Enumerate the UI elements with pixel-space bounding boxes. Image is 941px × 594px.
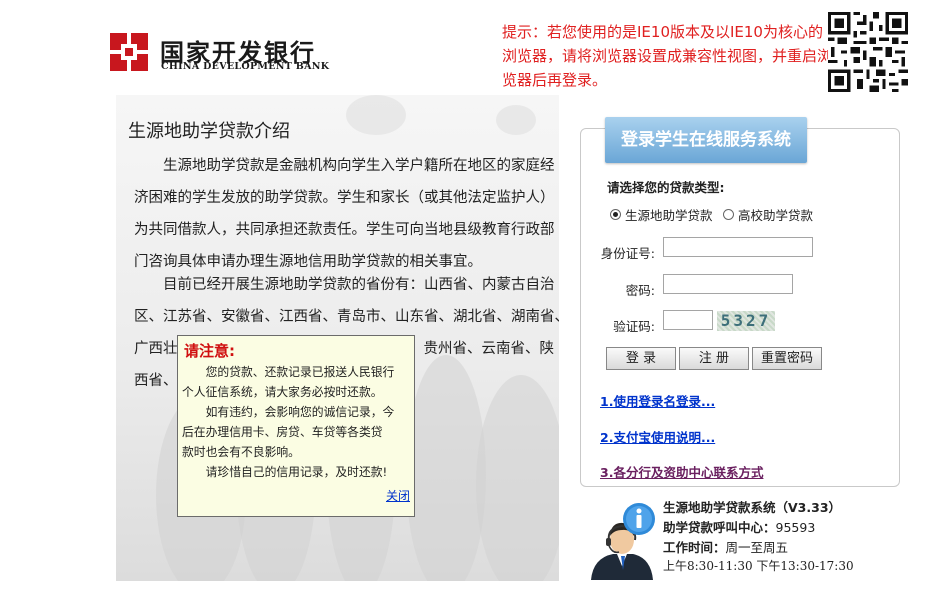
loan-type-option-label: 生源地助学贷款	[625, 208, 713, 223]
intro-line: 为共同借款人，共同承担还款责任。学生可向当地县级教育行政部	[134, 222, 555, 238]
popup-close-link[interactable]: 关闭	[386, 487, 410, 504]
system-name: 生源地助学贷款系统（V3.33）	[663, 500, 842, 515]
working-times: 上午8:30-11:30 下午13:30-17:30	[663, 559, 854, 573]
popup-line: 请珍惜自己的信用记录，及时还款!	[182, 465, 388, 479]
customer-service-icon	[591, 503, 655, 580]
popup-line: 后在办理信用卡、房贷、车贷等各类贷	[182, 425, 383, 439]
intro-title: 生源地助学贷款介绍	[128, 121, 290, 142]
working-hours-label: 工作时间：	[663, 540, 726, 555]
intro-line-head: 广西壮	[134, 341, 178, 357]
qr-code-icon	[828, 12, 908, 92]
login-panel: 登录学生在线服务系统 请选择您的贷款类型: 生源地助学贷款 高校助学贷款 身份证…	[580, 117, 900, 487]
working-hours: 工作时间：周一至周五	[663, 537, 788, 556]
loan-type-option-label: 高校助学贷款	[738, 208, 814, 223]
intro-paragraph-1: 生源地助学贷款是金融机构向学生入学户籍所在地区的家庭经 济困难的学生发放的助学贷…	[134, 150, 555, 278]
password-input[interactable]	[663, 274, 793, 294]
radio-selected-icon[interactable]	[610, 209, 621, 220]
intro-line: 目前已经开展生源地助学贷款的省份有：山西省、内蒙古自治	[134, 277, 555, 293]
intro-line: 济困难的学生发放的助学贷款。学生和家长（或其他法定监护人）	[134, 190, 555, 206]
loan-type-label: 请选择您的贷款类型:	[607, 180, 725, 195]
login-by-username-link[interactable]: 1.使用登录名登录...	[600, 391, 715, 410]
captcha-label: 验证码:	[613, 319, 655, 334]
popup-line: 如有违约，会影响您的诚信记录，今	[182, 405, 395, 419]
popup-line: 您的贷款、还款记录已报送人民银行	[182, 365, 395, 379]
captcha-image[interactable]: 5327	[717, 311, 775, 331]
popup-body: 您的贷款、还款记录已报送人民银行 个人征信系统，请大家务必按时还款。 如有违约，…	[182, 362, 412, 482]
popup-line: 个人征信系统，请大家务必按时还款。	[182, 385, 383, 399]
id-number-input[interactable]	[663, 237, 813, 257]
branch-contacts-link[interactable]: 3.各分行及资助中心联系方式	[600, 462, 763, 481]
intro-line: 区、江苏省、安徽省、江西省、青岛市、山东省、湖北省、湖南省、	[134, 309, 559, 325]
intro-line: 生源地助学贷款是金融机构向学生入学户籍所在地区的家庭经	[134, 158, 555, 174]
loan-type-option-shengyuandi[interactable]: 生源地助学贷款	[610, 205, 713, 224]
popup-title: 请注意:	[184, 342, 235, 360]
radio-unselected-icon[interactable]	[723, 209, 734, 220]
ie10-notice: 提示：若您使用的是IE10版本及以IE10为核心的浏览器，请将浏览器设置成兼容性…	[502, 23, 833, 89]
id-number-label: 身份证号:	[600, 246, 655, 261]
brand-name-en: CHINA DEVELOPMENT BANK	[161, 61, 330, 72]
password-label: 密码:	[625, 283, 655, 298]
hotline-label: 助学贷款呼叫中心：	[663, 520, 776, 535]
loan-type-option-gaoxiao[interactable]: 高校助学贷款	[723, 205, 813, 224]
cdb-logo: 国家开发银行 CHINA DEVELOPMENT BANK	[110, 33, 329, 75]
hotline: 助学贷款呼叫中心：95593	[663, 517, 815, 536]
intro-line-tail: 贵州省、云南省、陕	[423, 341, 555, 357]
working-days: 周一至周五	[725, 540, 789, 555]
captcha-input[interactable]	[663, 310, 713, 330]
credit-notice-popup: 请注意: 您的贷款、还款记录已报送人民银行 个人征信系统，请大家务必按时还款。 …	[177, 335, 415, 517]
login-header: 登录学生在线服务系统	[605, 117, 807, 163]
info-icon	[623, 503, 655, 535]
cdb-logo-icon	[110, 33, 148, 71]
hotline-number: 95593	[775, 520, 816, 535]
alipay-guide-link[interactable]: 2.支付宝使用说明...	[600, 427, 715, 446]
login-button[interactable]: 登 录	[606, 347, 676, 370]
reset-password-button[interactable]: 重置密码	[752, 347, 822, 370]
popup-line: 款时也会有不良影响。	[182, 445, 300, 459]
register-button[interactable]: 注 册	[679, 347, 749, 370]
